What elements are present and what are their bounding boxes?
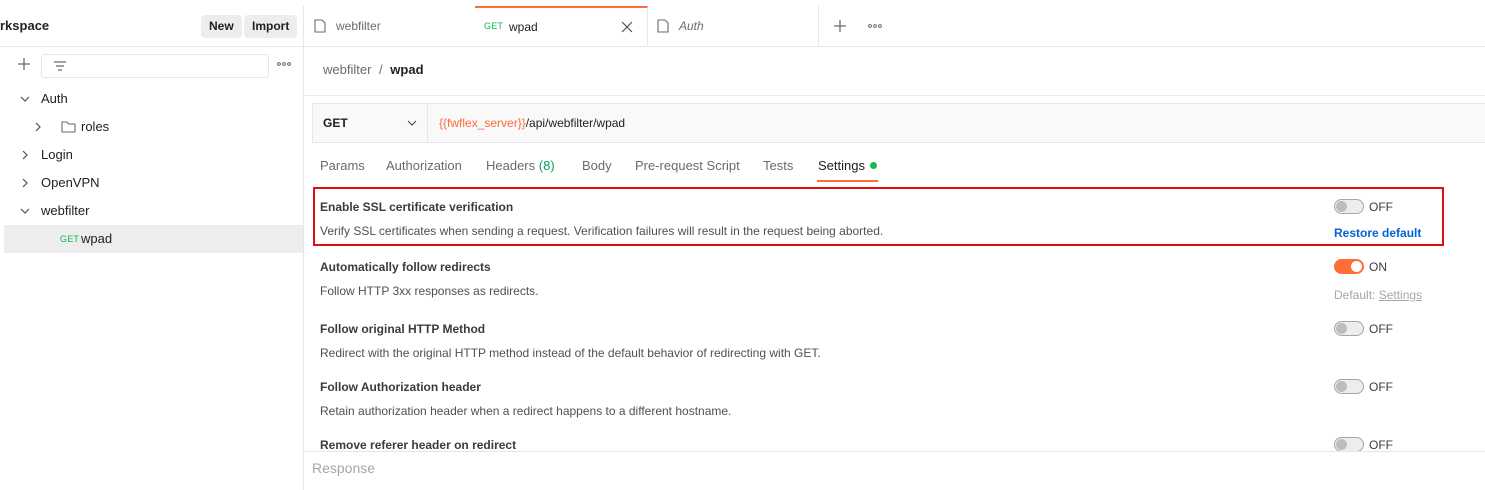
status-dot-icon <box>869 162 877 169</box>
chevron-right-icon[interactable] <box>34 122 42 132</box>
tree-item-label: OpenVPN <box>41 175 100 190</box>
default-settings-link[interactable]: Settings <box>1379 288 1422 302</box>
setting-title: Follow Authorization header <box>320 380 481 394</box>
tree-item-openvpn[interactable]: OpenVPN <box>4 169 303 197</box>
method-badge: GET <box>60 234 80 244</box>
tree-item-label: Auth <box>41 91 68 106</box>
remove-referer-toggle[interactable] <box>1334 437 1364 452</box>
chevron-right-icon[interactable] <box>21 150 29 160</box>
tab-body[interactable]: Body <box>582 158 612 173</box>
tab-tests[interactable]: Tests <box>763 158 793 173</box>
toggle-state-label: OFF <box>1369 322 1393 336</box>
tree-item-roles[interactable]: roles <box>4 113 303 141</box>
more-tabs-icon[interactable] <box>868 23 882 29</box>
request-url-bar: GET {{fwflex_server}}/api/webfilter/wpad <box>312 103 1485 143</box>
tab-prerequest-script[interactable]: Pre-request Script <box>635 158 740 173</box>
tree-item-webfilter[interactable]: webfilter <box>4 197 303 225</box>
tree-item-label: webfilter <box>41 203 90 218</box>
default-prefix: Default: <box>1334 288 1376 302</box>
setting-description: Follow HTTP 3xx responses as redirects. <box>320 284 539 298</box>
setting-title: Automatically follow redirects <box>320 260 491 274</box>
document-icon <box>314 19 326 33</box>
tab-headers[interactable]: Headers (8) <box>486 158 555 173</box>
method-select[interactable]: GET <box>313 104 428 142</box>
divider <box>304 95 1485 96</box>
headers-count: (8) <box>538 158 555 173</box>
tab-params[interactable]: Params <box>320 158 365 173</box>
active-tab-indicator <box>817 180 878 182</box>
toggle-state-label: OFF <box>1369 438 1393 452</box>
filter-icon[interactable] <box>53 60 67 72</box>
import-button[interactable]: Import <box>244 15 298 38</box>
tab-webfilter[interactable]: webfilter <box>304 6 476 46</box>
tree-item-label: wpad <box>81 231 113 246</box>
tree-item-login[interactable]: Login <box>4 141 303 169</box>
breadcrumb-parent[interactable]: webfilter <box>323 62 371 77</box>
sidebar: rkspace New Import Auth roles Login Open… <box>0 6 304 490</box>
close-icon[interactable] <box>621 21 633 33</box>
sidebar-toolbar <box>0 52 303 80</box>
setting-description: Retain authorization header when a redir… <box>320 404 732 418</box>
new-tab-plus-icon[interactable] <box>833 19 847 33</box>
new-button[interactable]: New <box>201 15 242 38</box>
response-label[interactable]: Response <box>312 460 375 476</box>
tab-settings[interactable]: Settings <box>818 158 877 173</box>
more-options-icon[interactable] <box>277 61 291 67</box>
url-path: /api/webfilter/wpad <box>525 116 626 130</box>
tab-label: webfilter <box>336 19 381 33</box>
follow-original-method-toggle[interactable] <box>1334 321 1364 336</box>
document-icon <box>657 19 669 33</box>
response-pane <box>304 452 1485 490</box>
plus-icon[interactable] <box>17 57 31 71</box>
tree-item-label: Login <box>41 147 73 162</box>
follow-authorization-header-toggle[interactable] <box>1334 379 1364 394</box>
tab-headers-label: Headers <box>486 158 536 173</box>
folder-icon <box>61 120 76 133</box>
tab-wpad[interactable]: GET wpad <box>475 6 648 46</box>
breadcrumb-separator: / <box>379 62 383 77</box>
follow-redirects-toggle[interactable] <box>1334 259 1364 274</box>
setting-description: Redirect with the original HTTP method i… <box>320 346 821 360</box>
toggle-state-label: OFF <box>1369 200 1393 214</box>
method-badge: GET <box>484 21 504 31</box>
breadcrumb: webfilter / wpad <box>323 62 424 77</box>
toggle-state-label: OFF <box>1369 380 1393 394</box>
tab-settings-label: Settings <box>818 158 865 173</box>
tab-label: wpad <box>509 20 538 34</box>
chevron-right-icon[interactable] <box>21 178 29 188</box>
tab-auth[interactable]: Auth <box>647 6 819 46</box>
default-note: Default: Settings <box>1334 288 1422 302</box>
url-variable: {{fwflex_server}} <box>439 116 526 130</box>
tree-item-wpad[interactable]: GET wpad <box>4 225 303 253</box>
chevron-down-icon[interactable] <box>20 207 30 215</box>
restore-default-link[interactable]: Restore default <box>1334 226 1421 240</box>
chevron-down-icon[interactable] <box>407 120 417 127</box>
workspace-title[interactable]: rkspace <box>0 18 49 33</box>
url-input[interactable]: {{fwflex_server}}/api/webfilter/wpad <box>439 116 625 130</box>
tab-bar: webfilter GET wpad Auth <box>304 6 1485 47</box>
tree-item-label: roles <box>81 119 110 134</box>
toggle-state-label: ON <box>1369 260 1387 274</box>
setting-title: Enable SSL certificate verification <box>320 200 514 214</box>
filter-input[interactable] <box>41 54 269 78</box>
breadcrumb-current[interactable]: wpad <box>390 62 423 77</box>
ssl-verification-toggle[interactable] <box>1334 199 1364 214</box>
setting-description: Verify SSL certificates when sending a r… <box>320 224 884 238</box>
setting-title: Remove referer header on redirect <box>320 438 517 452</box>
setting-title: Follow original HTTP Method <box>320 322 486 336</box>
tab-authorization[interactable]: Authorization <box>386 158 462 173</box>
tab-label: Auth <box>679 19 704 33</box>
workspace-header: rkspace New Import <box>0 6 303 47</box>
tree-item-auth[interactable]: Auth <box>4 85 303 113</box>
chevron-down-icon[interactable] <box>20 95 30 103</box>
method-select-value: GET <box>323 116 348 130</box>
